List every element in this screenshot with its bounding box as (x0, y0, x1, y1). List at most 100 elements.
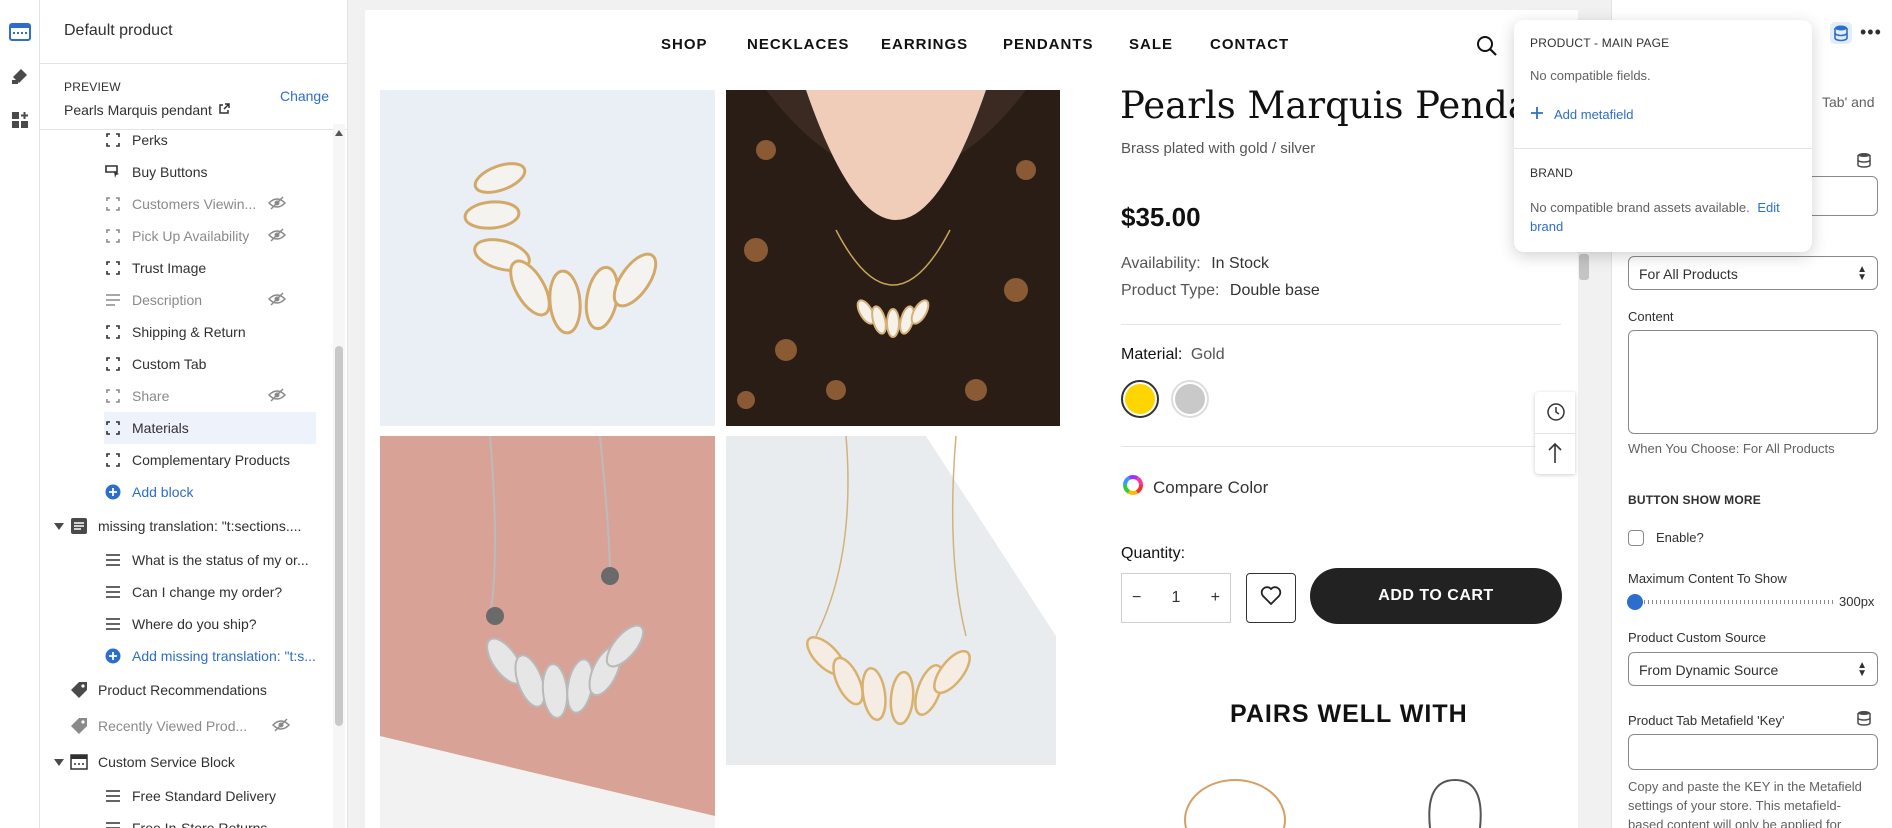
theme-settings-brush-icon[interactable] (8, 64, 32, 88)
sidebar-scroll-thumb[interactable] (335, 346, 343, 726)
change-preview-link[interactable]: Change (280, 88, 329, 104)
nav-necklaces[interactable]: NECKLACES (747, 36, 849, 53)
block-item-shipping-return[interactable]: Shipping & Return (104, 316, 316, 348)
block-item-description[interactable]: Description (104, 284, 316, 316)
custom-source-label: Product Custom Source (1628, 630, 1767, 645)
quantity-plus-button[interactable]: + (1211, 589, 1220, 607)
dynamic-source-database-icon[interactable] (1830, 22, 1852, 49)
max-content-slider-track[interactable] (1628, 600, 1833, 604)
preview-product[interactable]: Pearls Marquis pendant (64, 102, 347, 118)
no-brand-text: No compatible brand assets available. (1530, 200, 1750, 215)
history-icon[interactable] (1546, 402, 1566, 427)
caret-down-icon[interactable] (54, 518, 64, 534)
block-item-buy-buttons[interactable]: Buy Buttons (104, 156, 316, 188)
block-item-label: Customers Viewin... (132, 196, 257, 212)
database-icon[interactable] (1856, 152, 1872, 173)
enable-checkbox[interactable] (1628, 530, 1644, 546)
section-label: Recently Viewed Prod... (98, 718, 248, 734)
eye-slash-icon[interactable] (267, 291, 287, 310)
tab-applies-select[interactable]: For All Products ▲ ▼ (1628, 256, 1878, 290)
section-product-recommendations[interactable]: Product Recommendations (70, 674, 320, 706)
faq-item-label: Where do you ship? (132, 616, 257, 632)
nav-contact[interactable]: CONTACT (1210, 36, 1289, 53)
block-item-customers-viewing[interactable]: Customers Viewin... (104, 188, 316, 220)
text-lines-icon (104, 291, 122, 309)
content-textarea[interactable] (1628, 330, 1878, 434)
service-item[interactable]: Free In-Store Returns (104, 812, 316, 828)
plus-circle-icon (104, 647, 122, 665)
quantity-stepper[interactable]: − 1 + (1121, 573, 1231, 623)
service-item[interactable]: Free Standard Delivery (104, 780, 316, 812)
wishlist-button[interactable] (1246, 573, 1296, 623)
related-product-image-1[interactable] (1180, 775, 1290, 828)
section-label: Product Recommendations (98, 682, 267, 698)
section-recently-viewed[interactable]: Recently Viewed Prod... (70, 710, 320, 742)
block-item-trust-image[interactable]: Trust Image (104, 252, 316, 284)
arrow-up-icon[interactable] (1547, 442, 1563, 469)
eye-slash-icon[interactable] (267, 227, 287, 246)
block-item-label: Custom Tab (132, 356, 207, 372)
quantity-minus-button[interactable]: − (1132, 589, 1141, 607)
add-block-button[interactable]: Add block (104, 476, 316, 508)
add-to-cart-button[interactable]: ADD TO CART (1310, 568, 1562, 624)
section-custom-service-block[interactable]: Custom Service Block (54, 746, 320, 778)
product-image-2[interactable] (726, 90, 1060, 426)
block-item-perks[interactable]: Perks (104, 124, 316, 156)
block-item-pick-up-availability[interactable]: Pick Up Availability (104, 220, 316, 252)
add-metafield-button[interactable]: Add metafield (1530, 106, 1634, 123)
edit-brand-link[interactable]: Edit (1757, 200, 1779, 215)
block-item-label: Trust Image (132, 260, 207, 276)
block-icon (104, 419, 122, 437)
heart-icon (1260, 585, 1282, 611)
service-item-label: Free In-Store Returns (132, 820, 268, 828)
nav-earrings[interactable]: EARRINGS (881, 36, 968, 53)
max-content-label: Maximum Content To Show (1628, 571, 1787, 586)
sidebar-scrollbar[interactable] (333, 124, 345, 828)
swatch-gold[interactable] (1121, 380, 1159, 418)
custom-source-select[interactable]: From Dynamic Source ▲ ▼ (1628, 652, 1878, 686)
eye-slash-icon[interactable] (267, 387, 287, 406)
block-item-share[interactable]: Share (104, 380, 316, 412)
max-content-value: 300px (1839, 594, 1875, 609)
caret-down-icon[interactable] (54, 754, 64, 770)
pairs-well-heading: PAIRS WELL WITH (1230, 700, 1468, 728)
faq-item-label: Can I change my order? (132, 584, 283, 600)
nav-sale[interactable]: SALE (1129, 36, 1173, 53)
nav-pendants[interactable]: PENDANTS (1003, 36, 1094, 53)
scroll-up-arrow-icon[interactable] (335, 130, 343, 136)
faq-item[interactable]: What is the status of my or... (104, 544, 316, 576)
divider (1514, 148, 1812, 149)
faq-item[interactable]: Can I change my order? (104, 576, 316, 608)
more-options-icon[interactable]: ••• (1860, 22, 1882, 43)
block-item-label: Complementary Products (132, 452, 290, 468)
database-icon[interactable] (1856, 710, 1872, 731)
faq-item[interactable]: Where do you ship? (104, 608, 316, 640)
max-content-slider-handle[interactable] (1627, 594, 1643, 610)
partial-help-text: Tab' and (1822, 94, 1875, 110)
block-icon (104, 227, 122, 245)
product-image-1[interactable] (380, 90, 715, 426)
buy-buttons-icon (104, 163, 122, 181)
block-item-materials[interactable]: Materials (104, 412, 316, 444)
metafield-key-input[interactable] (1628, 734, 1878, 770)
add-missing-translation-button[interactable]: Add missing translation: "t:s... (104, 640, 316, 672)
block-item-complementary-products[interactable]: Complementary Products (104, 444, 316, 476)
apps-icon[interactable] (8, 108, 32, 132)
block-item-custom-tab[interactable]: Custom Tab (104, 348, 316, 380)
preview-scroll-thumb[interactable] (1579, 254, 1589, 280)
compare-color-label: Compare Color (1153, 477, 1269, 497)
quantity-value[interactable]: 1 (1172, 589, 1181, 607)
edit-brand-link-2[interactable]: brand (1530, 219, 1563, 234)
swatch-silver[interactable] (1171, 380, 1209, 418)
section-missing-translation[interactable]: missing translation: "t:sections.... (54, 510, 320, 542)
product-image-3[interactable] (380, 436, 715, 828)
eye-slash-icon[interactable] (267, 195, 287, 214)
nav-shop[interactable]: SHOP (661, 36, 708, 53)
search-icon[interactable] (1476, 35, 1498, 62)
eye-slash-icon[interactable] (271, 717, 291, 736)
divider (1121, 446, 1561, 447)
product-image-4[interactable] (726, 436, 1056, 765)
related-product-image-2[interactable] (1415, 775, 1495, 828)
compare-color-button[interactable]: Compare Color (1123, 475, 1268, 500)
sections-icon[interactable] (8, 20, 32, 44)
